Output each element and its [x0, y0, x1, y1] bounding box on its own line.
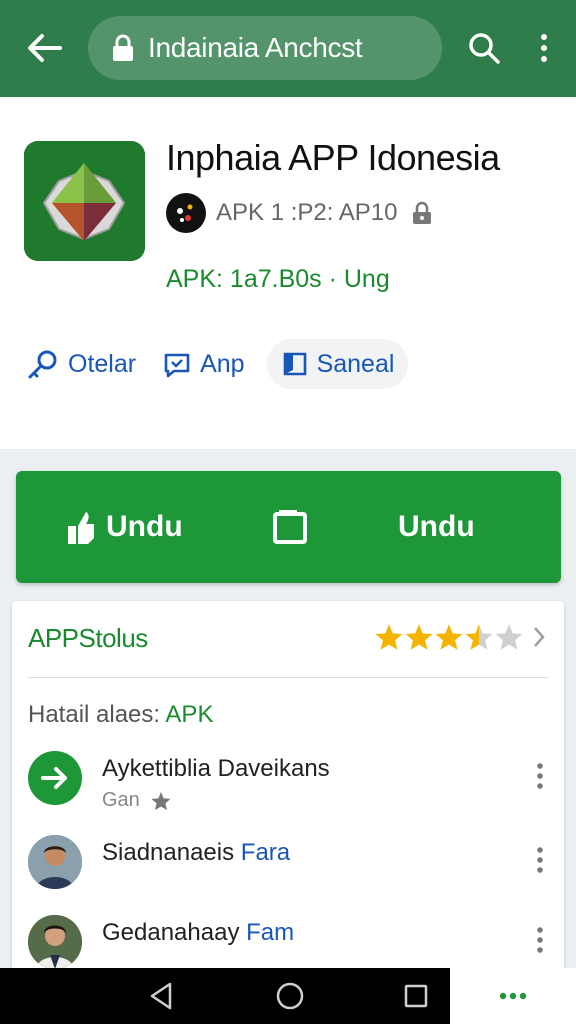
- more-vertical-icon[interactable]: [532, 925, 548, 955]
- chip-label: Otelar: [68, 349, 137, 378]
- person-avatar: [28, 835, 82, 889]
- list-item-name: Siadnanaeis Fara: [102, 839, 290, 867]
- app-logo-icon[interactable]: [24, 141, 145, 261]
- copy-icon: [273, 510, 307, 544]
- more-options-button[interactable]: [528, 28, 560, 68]
- more-vertical-icon[interactable]: [532, 761, 548, 791]
- chip-anp[interactable]: Anp: [158, 339, 252, 389]
- detail-label-accent: APK: [165, 701, 214, 728]
- detail-label: Hatail alaes: APK: [28, 701, 213, 729]
- person-avatar: [28, 915, 82, 969]
- overflow-tab[interactable]: [450, 968, 576, 1024]
- triangle-back-icon[interactable]: [146, 980, 176, 1012]
- list-item-name-accent: Fara: [240, 839, 291, 866]
- flag-icon: [283, 352, 306, 376]
- lock-icon: [113, 34, 133, 61]
- download-button-right[interactable]: Undu: [398, 501, 475, 553]
- more-horizontal-icon: [499, 992, 527, 1000]
- list-item-name-text: Gedanahaay: [102, 919, 240, 946]
- app-title: Inphaia APP Idonesia: [166, 137, 500, 178]
- arrow-left-icon: [28, 34, 62, 62]
- star-full-icon: [405, 624, 433, 650]
- action-chips: Otelar Anp Saneal: [22, 339, 422, 389]
- list-item-name: Aykettiblia Daveikans: [102, 755, 330, 783]
- chevron-right-icon[interactable]: [532, 625, 546, 649]
- developer-avatar[interactable]: [166, 193, 206, 233]
- chip-otelar[interactable]: Otelar: [22, 339, 144, 389]
- chat-icon: [164, 353, 190, 378]
- star-empty-icon: [495, 624, 523, 650]
- share-icon: [68, 512, 94, 544]
- lock-icon: [413, 201, 432, 224]
- system-navigation-bar: [0, 968, 576, 1024]
- list-item-name-accent: Fam: [246, 919, 295, 946]
- chip-label: Saneal: [316, 349, 395, 378]
- list-item[interactable]: Siadnanaeis Fara: [28, 831, 558, 897]
- star-full-icon: [375, 624, 403, 650]
- chip-label: Anp: [200, 349, 245, 378]
- download-button-left[interactable]: Undu: [64, 501, 183, 553]
- list-item-name: Gedanahaay Fam: [102, 919, 294, 947]
- download-bar: Undu Undu: [16, 471, 561, 583]
- more-vertical-icon[interactable]: [532, 845, 548, 875]
- more-vertical-icon: [541, 34, 547, 62]
- top-app-bar: Indainaia Anchcst: [0, 0, 576, 97]
- status-heading: APPStolus: [28, 623, 148, 653]
- key-icon: [28, 350, 57, 379]
- star-full-icon: [435, 624, 463, 650]
- list-item-name-text: Aykettiblia Daveikans: [102, 755, 330, 782]
- square-recents-icon[interactable]: [402, 982, 430, 1010]
- download-right-label: Undu: [398, 510, 475, 543]
- search-icon: [469, 33, 500, 64]
- url-bar[interactable]: Indainaia Anchcst: [88, 16, 442, 80]
- star-half-icon: [465, 624, 493, 650]
- list-item-sub: Gan: [102, 789, 172, 812]
- star-icon: [151, 791, 171, 810]
- app-meta-text: APK 1 :P2: AP10: [216, 199, 398, 226]
- app-header-card: Inphaia APP Idonesia APK 1 :P2: AP10 APK…: [0, 97, 576, 449]
- back-button[interactable]: [22, 28, 66, 68]
- app-status-card: APPStolus Hatail alaes: APK Aykettiblia …: [12, 601, 564, 981]
- list-item-name-text: Siadnanaeis: [102, 839, 235, 866]
- rating-stars[interactable]: [374, 623, 524, 651]
- apk-size-line: APK: 1a7.B0s · Ung: [166, 265, 390, 293]
- search-button[interactable]: [462, 28, 506, 68]
- list-item-sub-text: Gan: [102, 789, 140, 811]
- detail-label-text: Hatail alaes:: [28, 701, 161, 728]
- arrow-right-icon: [28, 751, 82, 805]
- chip-saneal[interactable]: Saneal: [266, 339, 409, 389]
- list-item[interactable]: Aykettiblia Daveikans Gan: [28, 747, 558, 813]
- divider: [28, 677, 548, 678]
- url-text: Indainaia Anchcst: [148, 32, 363, 63]
- download-left-label: Undu: [106, 510, 183, 543]
- circle-home-icon[interactable]: [274, 980, 306, 1012]
- copy-button[interactable]: [270, 507, 310, 547]
- app-meta-row: APK 1 :P2: AP10: [166, 193, 433, 233]
